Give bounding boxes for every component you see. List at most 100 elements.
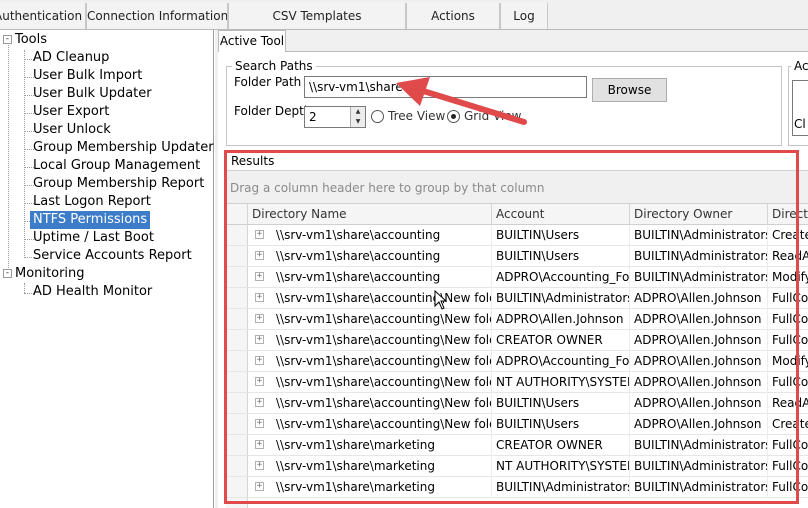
- tree-item-user-export[interactable]: User Export: [33, 103, 109, 121]
- expand-plus-icon[interactable]: +: [255, 419, 264, 428]
- cell-directory-rights: FullControl: [772, 480, 808, 494]
- table-row[interactable]: + \\srv-vm1\share\marketing CREATOR OWNE…: [226, 435, 808, 456]
- cell-directory-name: \\srv-vm1\share\marketing: [272, 477, 492, 498]
- expand-plus-icon[interactable]: +: [255, 251, 264, 260]
- tree-item-service-accounts-report[interactable]: Service Accounts Report: [33, 247, 192, 265]
- top-tab-strip: Authentication Connection Information CS…: [0, 0, 808, 30]
- tree-item-last-logon-report[interactable]: Last Logon Report: [33, 193, 151, 211]
- mouse-cursor-icon: [434, 290, 448, 310]
- cell-account: NT AUTHORITY\SYSTEM: [492, 372, 630, 393]
- table-row[interactable]: + \\srv-vm1\share\accounting\New folder …: [226, 393, 808, 414]
- tab-connection-information[interactable]: Connection Information: [86, 3, 228, 29]
- tab-log[interactable]: Log: [500, 3, 548, 29]
- tree-item-ad-cleanup[interactable]: AD Cleanup: [33, 49, 109, 67]
- table-row[interactable]: + \\srv-vm1\share\accounting\New folder …: [226, 351, 808, 372]
- column-header-directory-rights[interactable]: Directory Rights: [768, 204, 808, 225]
- table-row[interactable]: + \\srv-vm1\share\marketing NT AUTHORITY…: [226, 456, 808, 477]
- collapse-minus-icon[interactable]: -: [3, 269, 12, 278]
- tree-item-user-unlock[interactable]: User Unlock: [33, 121, 111, 139]
- tree-node-tools[interactable]: Tools: [15, 31, 47, 49]
- tab-csv-templates[interactable]: CSV Templates: [228, 3, 406, 29]
- tree-item-local-group-management[interactable]: Local Group Management: [33, 157, 200, 175]
- tree-monitoring-line: [24, 283, 25, 293]
- cell-directory-owner: ADPRO\Allen.Johnson: [630, 393, 768, 414]
- row-indicator-header: [226, 204, 248, 225]
- table-row[interactable]: + \\srv-vm1\share\accounting\New folder …: [226, 414, 808, 435]
- cell-account: BUILTIN\Users: [492, 225, 630, 246]
- tab-active-tool[interactable]: Active Tool: [218, 30, 286, 52]
- cell-directory-rights: ReadAndExecute: [772, 249, 808, 263]
- folder-depth-input[interactable]: 2 ▲ ▼: [304, 106, 366, 128]
- cell-account: BUILTIN\Administrators: [492, 477, 630, 498]
- table-row[interactable]: + \\srv-vm1\share\accounting\New folder …: [226, 330, 808, 351]
- tree-tools-line: [24, 50, 25, 256]
- cell-directory-owner: ADPRO\Allen.Johnson: [630, 414, 768, 435]
- expand-plus-icon[interactable]: +: [255, 272, 264, 281]
- cell-directory-name: \\srv-vm1\share\marketing: [272, 456, 492, 477]
- column-header-directory-owner[interactable]: Directory Owner: [630, 204, 768, 225]
- action-group-title: Ac: [791, 59, 808, 73]
- expand-plus-icon[interactable]: +: [255, 440, 264, 449]
- tree-item-ad-health-monitor[interactable]: AD Health Monitor: [33, 283, 152, 301]
- expand-plus-icon[interactable]: +: [255, 230, 264, 239]
- cell-account: CREATOR OWNER: [492, 435, 630, 456]
- browse-button[interactable]: Browse: [592, 78, 667, 102]
- results-grid: Results Drag a column header here to gro…: [226, 152, 808, 508]
- tree-item-user-bulk-updater[interactable]: User Bulk Updater: [33, 85, 152, 103]
- tree-item-uptime-last-boot[interactable]: Uptime / Last Boot: [33, 229, 154, 247]
- tree-item-group-membership-report[interactable]: Group Membership Report: [33, 175, 204, 193]
- cell-account: ADPRO\Allen.Johnson: [492, 309, 630, 330]
- folder-depth-value: 2: [309, 110, 317, 124]
- cell-directory-name: \\srv-vm1\share\accounting\New folder: [272, 330, 492, 351]
- arrow-annotation-icon: [396, 77, 527, 125]
- expand-plus-icon[interactable]: +: [255, 335, 264, 344]
- tree-node-monitoring[interactable]: Monitoring: [15, 265, 85, 283]
- cell-directory-owner: BUILTIN\Administrators: [630, 246, 768, 267]
- cell-directory-rights: FullControl: [772, 312, 808, 326]
- cell-account: BUILTIN\Users: [492, 414, 630, 435]
- expand-plus-icon[interactable]: +: [255, 482, 264, 491]
- cell-account: ADPRO\Accounting_Fold...: [492, 351, 630, 372]
- cell-directory-rights: CreateFiles: [772, 417, 808, 431]
- tree-item-group-membership-updater[interactable]: Group Membership Updater: [33, 139, 214, 157]
- expand-plus-icon[interactable]: +: [255, 314, 264, 323]
- expand-plus-icon[interactable]: +: [255, 356, 264, 365]
- tree-item-ntfs-permissions[interactable]: NTFS Permissions: [30, 211, 151, 229]
- tree-view-radio[interactable]: [371, 110, 384, 123]
- table-row[interactable]: + \\srv-vm1\share\accounting\New folder …: [226, 288, 808, 309]
- cell-account: ADPRO\Accounting_Fold...: [492, 267, 630, 288]
- cell-directory-rights: Modify: [772, 270, 808, 284]
- table-row[interactable]: + \\srv-vm1\share\accounting BUILTIN\Use…: [226, 246, 808, 267]
- expand-plus-icon[interactable]: +: [255, 293, 264, 302]
- table-row[interactable]: + \\srv-vm1\share\accounting BUILTIN\Use…: [226, 225, 808, 246]
- column-header-account[interactable]: Account: [492, 204, 630, 225]
- tree-item-user-bulk-import[interactable]: User Bulk Import: [33, 67, 142, 85]
- group-by-panel[interactable]: Drag a column header here to group by th…: [226, 170, 808, 204]
- table-row[interactable]: + \\srv-vm1\share\accounting\New folder …: [226, 309, 808, 330]
- table-row[interactable]: + \\srv-vm1\share\marketing BUILTIN\Admi…: [226, 477, 808, 498]
- cell-directory-name: \\srv-vm1\share\marketing: [272, 435, 492, 456]
- group-by-hint: Drag a column header here to group by th…: [230, 181, 545, 195]
- cell-directory-rights: Modify: [772, 354, 808, 368]
- cell-directory-owner: BUILTIN\Administrators: [630, 435, 768, 456]
- table-row[interactable]: + \\srv-vm1\share\accounting ADPRO\Accou…: [226, 267, 808, 288]
- tab-actions[interactable]: Actions: [406, 3, 500, 29]
- collapse-minus-icon[interactable]: -: [3, 35, 12, 44]
- cell-directory-rights: FullControl: [772, 291, 808, 305]
- cell-account: NT AUTHORITY\SYSTEM: [492, 456, 630, 477]
- table-row[interactable]: + \\srv-vm1\share\accounting\New folder …: [226, 372, 808, 393]
- chevron-down-icon[interactable]: ▼: [351, 117, 365, 127]
- cell-directory-rights: FullControl: [772, 438, 808, 452]
- folder-depth-stepper[interactable]: ▲ ▼: [350, 107, 365, 127]
- cell-directory-name: \\srv-vm1\share\accounting\New folder: [272, 414, 492, 435]
- column-header-directory-name[interactable]: Directory Name: [248, 204, 492, 225]
- expand-plus-icon[interactable]: +: [255, 461, 264, 470]
- chevron-up-icon[interactable]: ▲: [351, 107, 365, 117]
- search-paths-title: Search Paths: [232, 59, 316, 73]
- cell-directory-rights: FullControl: [772, 459, 808, 473]
- tab-authentication[interactable]: Authentication: [0, 3, 86, 29]
- action-group-field[interactable]: Cl: [792, 80, 808, 136]
- expand-plus-icon[interactable]: +: [255, 398, 264, 407]
- expand-plus-icon[interactable]: +: [255, 377, 264, 386]
- cell-directory-owner: ADPRO\Allen.Johnson: [630, 330, 768, 351]
